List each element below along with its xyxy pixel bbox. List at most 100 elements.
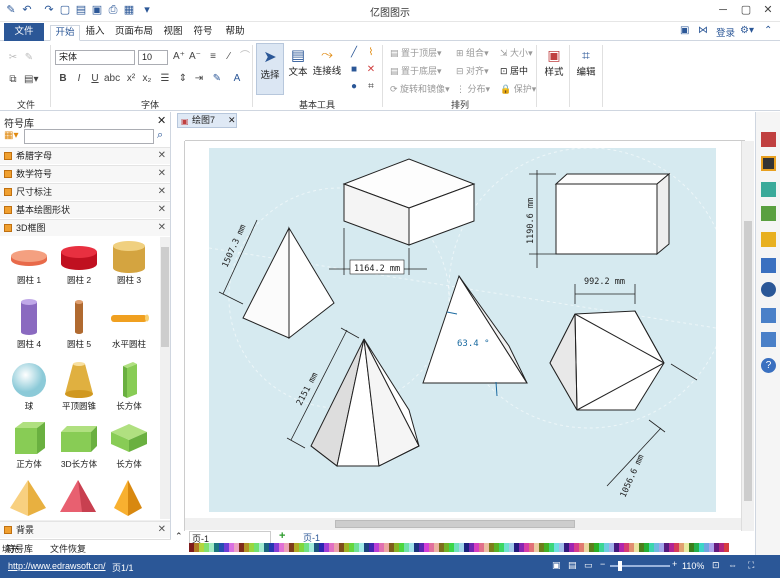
shape-cylinder-5[interactable]: 圆柱 5 xyxy=(52,298,106,350)
shape-cylinder-1[interactable]: 圆柱 1 xyxy=(2,240,56,286)
shape-cylinder-4[interactable]: 圆柱 4 xyxy=(2,298,56,350)
layer-icon[interactable] xyxy=(761,232,776,247)
vscroll-thumb[interactable] xyxy=(744,221,752,501)
add-page-icon[interactable]: + xyxy=(279,530,285,542)
drawing-page[interactable]: 1164.2 mm 1190.6 mm 1507.3 mm 63.4 ° 992… xyxy=(209,148,716,512)
share-icon[interactable]: ⋈ xyxy=(698,25,708,36)
ellipse-icon[interactable]: ● xyxy=(347,80,361,94)
login-link[interactable]: 登录 xyxy=(716,25,735,39)
tab-page-layout[interactable]: 页面布局 xyxy=(112,25,156,41)
shrink-font-icon[interactable]: A⁻ xyxy=(188,50,202,64)
shape-horizontal-cylinder[interactable]: 水平圆柱 xyxy=(102,298,156,350)
category-dimension[interactable]: 尺寸标注 ✕ xyxy=(0,183,170,200)
close-panel-icon[interactable]: ✕ xyxy=(157,114,166,127)
line-format-icon[interactable] xyxy=(761,156,776,171)
paste-icon[interactable]: ✂ xyxy=(6,51,20,65)
category-math[interactable]: 数学符号 ✕ xyxy=(0,165,170,182)
chat-icon[interactable]: ▣ xyxy=(680,25,689,36)
library-scrollbar[interactable] xyxy=(160,237,170,519)
bullets-icon[interactable]: ☰ xyxy=(158,72,172,86)
format-painter-icon[interactable]: ✎ xyxy=(22,51,36,65)
indent-icon[interactable]: ⇥ xyxy=(192,72,206,86)
shape-cuboid-2[interactable]: 长方体 xyxy=(102,418,156,470)
minimize-button[interactable]: ─ xyxy=(715,3,731,17)
help-icon[interactable]: ? xyxy=(761,358,776,373)
shape-pyramid-yellow[interactable] xyxy=(8,478,48,518)
rectangle-icon[interactable]: ■ xyxy=(347,63,361,77)
grow-font-icon[interactable]: A⁺ xyxy=(172,50,186,64)
fill-icon[interactable] xyxy=(761,182,776,197)
style-button[interactable]: ▣ 样式 xyxy=(540,45,568,95)
crop-icon[interactable]: ⌗ xyxy=(364,80,378,94)
bring-to-front-button[interactable]: ▤ 置于顶层▾ xyxy=(390,46,442,59)
close-category-icon[interactable]: ✕ xyxy=(158,184,166,200)
view-fit-icon[interactable]: ▤ xyxy=(568,560,577,571)
dimension-1190-label[interactable]: 1190.6 mm xyxy=(526,198,536,244)
rotate-mirror-button[interactable]: ⟳ 旋转和镜像▾ xyxy=(390,82,450,95)
dimension-992-label[interactable]: 992.2 mm xyxy=(584,277,625,287)
curve-icon[interactable]: ⌒ xyxy=(238,50,252,64)
view-normal-icon[interactable]: ▣ xyxy=(552,560,561,571)
library-menu-icon[interactable]: ▦▾ xyxy=(4,130,18,141)
font-name-select[interactable]: 宋体 xyxy=(55,50,135,65)
align-icon[interactable]: ≡ xyxy=(206,50,220,64)
paste-options-icon[interactable]: ▤▾ xyxy=(24,73,38,87)
subscript-icon[interactable]: x₂ xyxy=(140,72,154,86)
zoom-level[interactable]: 110% xyxy=(682,561,704,571)
maximize-button[interactable]: ▢ xyxy=(738,3,754,17)
tab-view[interactable]: 视图 xyxy=(160,25,186,41)
search-icon[interactable]: ⌕ xyxy=(157,129,163,142)
note-icon[interactable] xyxy=(761,308,776,323)
collapse-ribbon-icon[interactable]: ⌃ xyxy=(764,25,772,36)
select-tool-button[interactable]: ➤ 选择 xyxy=(256,43,284,95)
zoom-slider[interactable] xyxy=(610,561,670,571)
text-tool-button[interactable]: ▤ 文本 xyxy=(286,43,310,95)
close-category-icon[interactable]: ✕ xyxy=(158,148,166,164)
line-icon[interactable]: ╱ xyxy=(347,46,361,60)
vertical-scrollbar[interactable] xyxy=(741,141,754,531)
dimension-1507-label[interactable]: 1507.3 mm xyxy=(221,223,249,269)
dimension-1056-label[interactable]: 1056.6 mm xyxy=(619,453,647,499)
line-style-icon[interactable]: ∕ xyxy=(222,50,236,64)
close-tab-icon[interactable]: ✕ xyxy=(228,114,236,127)
shape-cube[interactable]: 正方体 xyxy=(2,418,56,470)
center-button[interactable]: ⊡ 居中 xyxy=(500,64,528,77)
category-basic-shapes[interactable]: 基本绘图形状 ✕ xyxy=(0,201,170,218)
group-button[interactable]: ⊞ 组合▾ xyxy=(456,46,489,59)
fit-width-icon[interactable]: ⇔ xyxy=(728,560,737,570)
font-size-select[interactable]: 10 xyxy=(138,50,168,65)
cross-icon[interactable]: ✕ xyxy=(364,63,378,77)
shape-cuboid[interactable]: 长方体 xyxy=(102,360,156,412)
image-icon[interactable] xyxy=(761,206,776,221)
curve-connector-icon[interactable]: ⌇ xyxy=(364,46,378,60)
shape-pyramid-red[interactable] xyxy=(58,478,98,518)
protect-button[interactable]: 🔒 保护▾ xyxy=(500,82,536,95)
edit-button[interactable]: ⌗ 编辑 xyxy=(572,45,600,95)
zoom-slider-thumb[interactable] xyxy=(618,561,622,571)
library-search-input[interactable] xyxy=(24,129,154,144)
website-link[interactable]: http://www.edrawsoft.cn/ xyxy=(8,561,106,571)
spacing-icon[interactable]: ⇕ xyxy=(176,72,190,86)
dimension-1164-label[interactable]: 1164.2 mm xyxy=(354,264,400,274)
font-color-icon[interactable]: A xyxy=(230,72,244,86)
fullscreen-icon[interactable]: ⛶ xyxy=(748,560,754,571)
superscript-icon[interactable]: x² xyxy=(124,72,138,86)
close-category-icon[interactable]: ✕ xyxy=(158,166,166,182)
zoom-in-icon[interactable]: + xyxy=(672,559,677,569)
color-swatch[interactable] xyxy=(724,543,729,552)
category-greek[interactable]: 希腊字母 ✕ xyxy=(0,147,170,164)
highlight-icon[interactable]: ✎ xyxy=(210,72,224,86)
comment-icon[interactable] xyxy=(761,332,776,347)
close-category-icon[interactable]: ✕ xyxy=(158,522,166,538)
presentation-icon[interactable]: ▭ xyxy=(584,560,593,571)
close-button[interactable]: ✕ xyxy=(760,3,776,17)
format-icon[interactable] xyxy=(761,132,776,147)
tab-home[interactable]: 开始 xyxy=(50,25,80,41)
page-icon[interactable] xyxy=(761,258,776,273)
shape-cylinder-3[interactable]: 圆柱 3 xyxy=(102,240,156,286)
tab-symbol[interactable]: 符号 xyxy=(190,25,216,41)
bold-icon[interactable]: B xyxy=(56,72,70,86)
horizontal-scrollbar[interactable] xyxy=(185,518,741,530)
connector-tool-button[interactable]: ⤳ 连接线 xyxy=(312,43,342,95)
scroll-thumb[interactable] xyxy=(161,247,169,347)
